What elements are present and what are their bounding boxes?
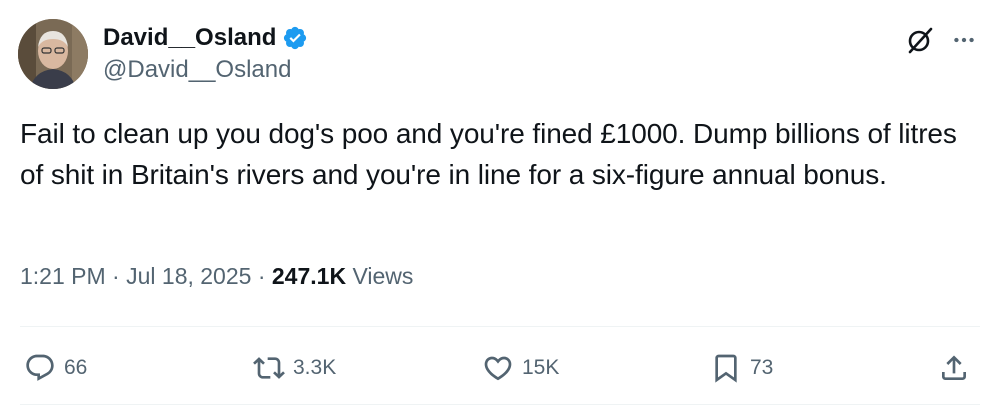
tweet-time[interactable]: 1:21 PM xyxy=(20,263,106,289)
bookmark-count: 73 xyxy=(750,356,774,379)
more-button[interactable] xyxy=(944,22,984,58)
tweet-text: Fail to clean up you dog's poo and you'r… xyxy=(20,118,957,190)
meta-separator: · xyxy=(257,263,272,289)
views-count[interactable]: 247.1K xyxy=(272,263,353,289)
views-label[interactable]: Views xyxy=(352,263,413,289)
divider xyxy=(20,404,980,405)
grok-button[interactable] xyxy=(900,22,940,58)
divider xyxy=(20,326,980,327)
more-icon xyxy=(954,37,974,43)
tweet-date[interactable]: Jul 18, 2025 xyxy=(126,263,251,289)
repost-count: 3.3K xyxy=(293,356,337,379)
share-button[interactable] xyxy=(938,348,970,388)
avatar[interactable] xyxy=(18,19,88,89)
repost-button[interactable]: 3.3K xyxy=(253,348,336,388)
share-icon xyxy=(942,355,966,380)
reply-button[interactable]: 66 xyxy=(24,348,87,388)
bookmark-icon xyxy=(715,354,737,383)
reply-icon xyxy=(26,354,54,381)
verified-badge-icon[interactable] xyxy=(282,25,308,51)
tweet: David__Osland @David__Osland Fail to cle… xyxy=(0,0,1000,408)
tweet-meta: 1:21 PM · Jul 18, 2025 · 247.1K Views xyxy=(20,263,413,290)
bookmark-button[interactable]: 73 xyxy=(710,348,773,388)
display-name[interactable]: David__Osland xyxy=(103,24,276,52)
meta-separator: · xyxy=(112,263,127,289)
like-count: 15K xyxy=(522,356,560,379)
handle[interactable]: @David__Osland xyxy=(103,56,308,84)
grok-icon xyxy=(908,27,933,54)
reply-count: 66 xyxy=(64,356,88,379)
name-row: David__Osland xyxy=(103,22,308,54)
like-button[interactable]: 15K xyxy=(482,348,559,388)
author-block: David__Osland @David__Osland xyxy=(103,22,308,84)
heart-icon xyxy=(484,356,512,381)
avatar-image xyxy=(18,19,88,89)
repost-icon xyxy=(253,357,285,379)
